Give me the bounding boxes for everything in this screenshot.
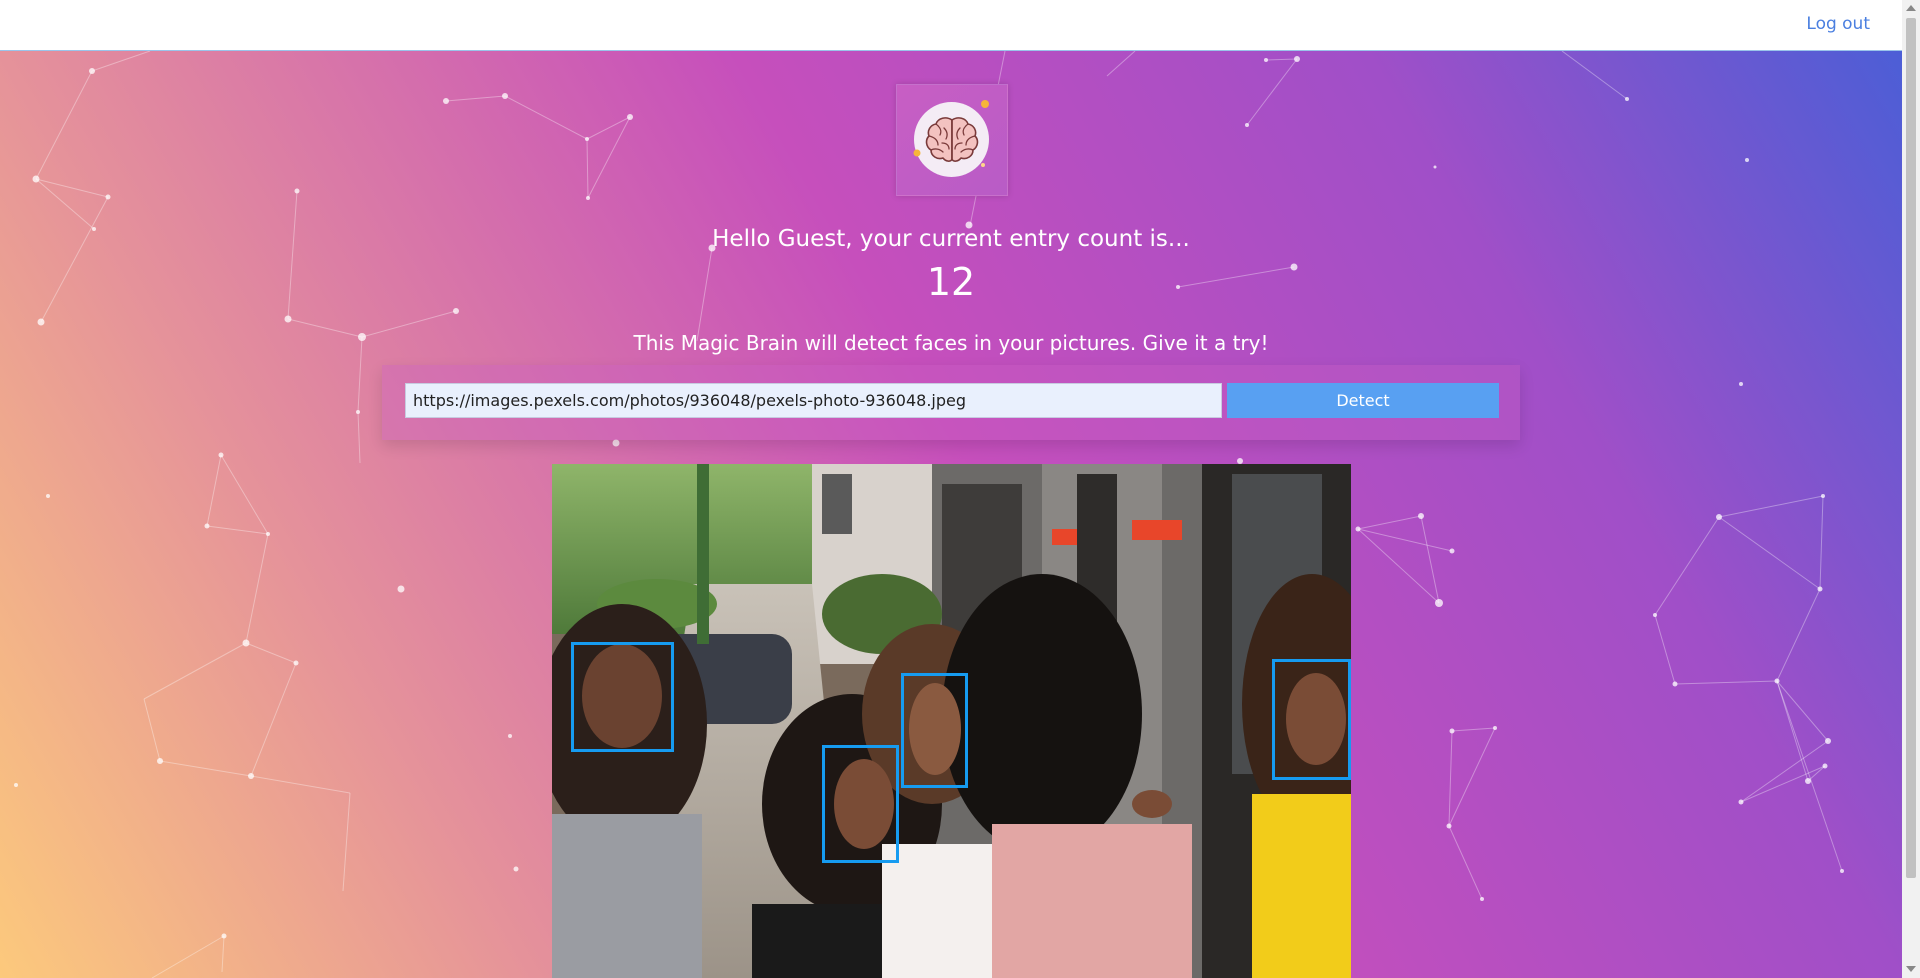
entry-count: 12 — [926, 260, 976, 304]
face-box — [571, 642, 674, 752]
face-box — [1272, 659, 1351, 780]
scroll-thumb[interactable] — [1906, 18, 1916, 878]
detected-image — [552, 464, 1351, 978]
description-text: This Magic Brain will detect faces in yo… — [633, 331, 1269, 355]
scrollbar[interactable] — [1902, 0, 1920, 978]
orbit-dots — [913, 100, 989, 167]
detect-button[interactable]: Detect — [1227, 383, 1499, 418]
logo[interactable] — [896, 84, 1008, 196]
logout-link[interactable]: Log out — [1806, 14, 1870, 34]
greeting-text: Hello Guest, your current entry count is… — [712, 226, 1190, 252]
scroll-down-arrow-icon[interactable] — [1906, 966, 1916, 972]
image-url-input[interactable] — [405, 383, 1222, 418]
face-box — [901, 673, 968, 788]
main-stage: Hello Guest, your current entry count is… — [0, 51, 1902, 978]
detect-form: Detect — [382, 365, 1520, 440]
navbar: Log out — [0, 0, 1902, 51]
scroll-up-arrow-icon[interactable] — [1906, 5, 1916, 11]
face-box — [822, 745, 899, 863]
